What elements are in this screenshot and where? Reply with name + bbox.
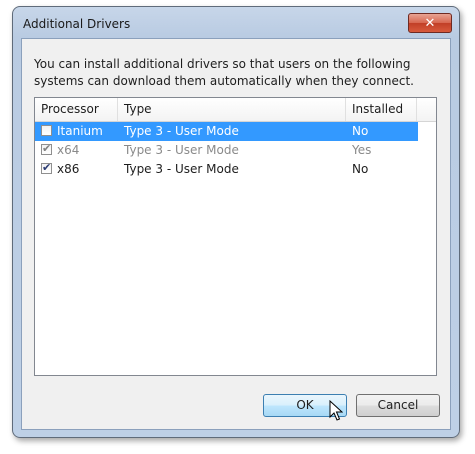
cell-installed: No	[352, 124, 369, 138]
column-header-type[interactable]: Type	[118, 98, 346, 121]
cell-processor: Itanium	[57, 124, 103, 138]
cell-processor: x86	[57, 162, 80, 176]
description-text: You can install additional drivers so th…	[34, 57, 414, 88]
row-checkbox-x64	[41, 142, 52, 155]
dialog-body: You can install additional drivers so th…	[21, 38, 451, 430]
cell-installed: Yes	[352, 143, 372, 157]
table-row[interactable]: x86 Type 3 - User Mode No	[35, 160, 436, 179]
mouse-cursor-icon	[329, 400, 343, 421]
title-bar[interactable]: Additional Drivers ✕	[13, 7, 459, 37]
cell-type: Type 3 - User Mode	[124, 124, 239, 138]
row-checkbox-itanium[interactable]	[41, 125, 52, 136]
cell-type: Type 3 - User Mode	[124, 162, 239, 176]
table-row[interactable]: x64 Type 3 - User Mode Yes	[35, 141, 436, 160]
additional-drivers-dialog: Additional Drivers ✕ You can install add…	[12, 6, 460, 438]
window-title: Additional Drivers	[23, 17, 131, 31]
close-icon: ✕	[424, 15, 436, 31]
column-header-installed[interactable]: Installed	[346, 98, 417, 121]
row-checkbox-x86[interactable]	[41, 161, 52, 174]
cell-installed: No	[352, 162, 369, 176]
column-header-processor[interactable]: Processor	[35, 98, 118, 121]
list-header: Processor Type Installed	[35, 98, 436, 122]
cell-type: Type 3 - User Mode	[124, 143, 239, 157]
cancel-button[interactable]: Cancel	[356, 394, 440, 417]
drivers-list[interactable]: Processor Type Installed Itanium Type 3 …	[34, 97, 437, 376]
close-button[interactable]: ✕	[408, 13, 452, 33]
table-row[interactable]: Itanium Type 3 - User Mode No	[35, 122, 418, 141]
cell-processor: x64	[57, 143, 80, 157]
